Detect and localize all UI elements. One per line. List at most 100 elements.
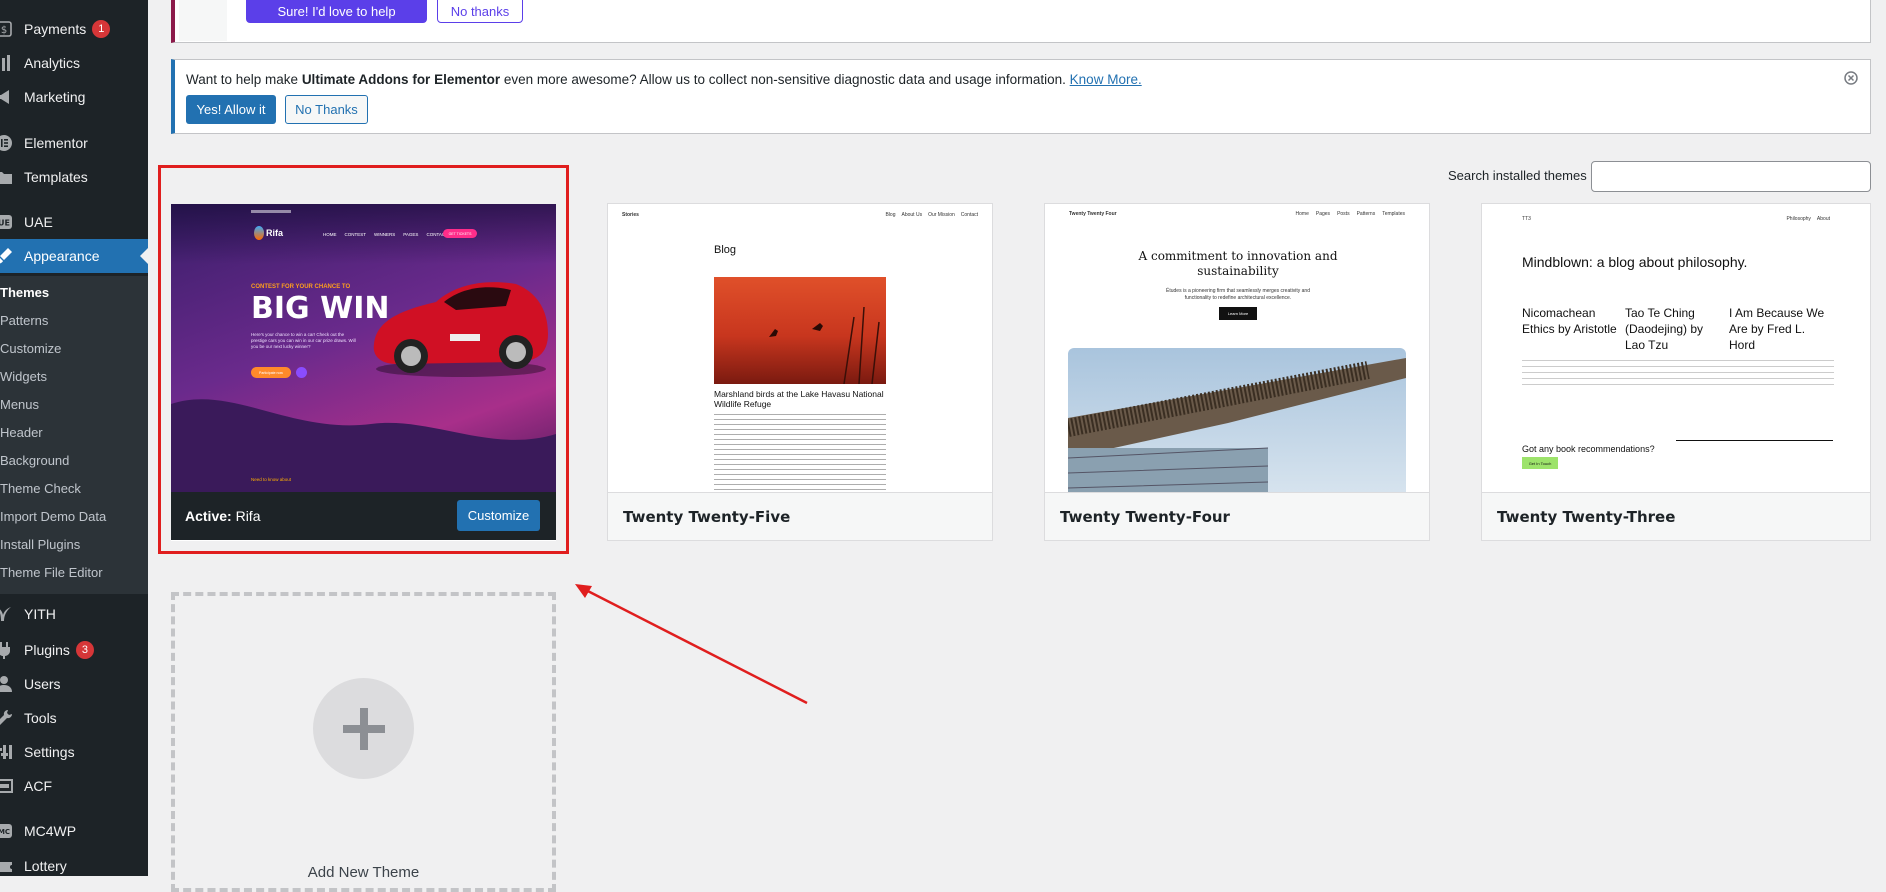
t23-heading: Mindblown: a blog about philosophy.: [1522, 254, 1748, 270]
add-new-theme-label: Add New Theme: [307, 864, 420, 881]
nav-item: Patterns: [1356, 211, 1376, 217]
menu-mc4wp[interactable]: MC MC4WP: [0, 814, 148, 848]
menu-yith[interactable]: YITH: [0, 597, 148, 631]
megaphone-icon: [0, 87, 14, 107]
t23-post-1: Nicomachean Ethics by Aristotle: [1522, 306, 1617, 336]
submenu-customize[interactable]: Customize: [0, 335, 61, 363]
t24-learn-more: Learn More: [1219, 307, 1257, 320]
menu-acf[interactable]: ACF: [0, 769, 148, 803]
submenu-theme-file-editor[interactable]: Theme File Editor: [0, 559, 103, 587]
nav-item: Pages: [1315, 211, 1331, 217]
submenu-install-plugins[interactable]: Install Plugins: [0, 531, 80, 559]
acf-icon: [0, 776, 14, 796]
nav-item: Contact: [960, 212, 978, 218]
nav-item: About Us: [901, 212, 923, 218]
theme-name: Twenty Twenty-Three: [1482, 492, 1870, 540]
menu-lottery[interactable]: Lottery: [0, 849, 148, 883]
submenu-widgets[interactable]: Widgets: [0, 363, 47, 391]
nav-item: About: [1816, 216, 1830, 222]
add-new-theme-card[interactable]: Add New Theme: [171, 592, 556, 892]
menu-appearance[interactable]: Appearance: [0, 239, 148, 273]
count-badge: 3: [75, 641, 94, 659]
nav-item: Blog: [885, 212, 896, 218]
t24-heading: A commitment to innovation and sustainab…: [1138, 249, 1338, 278]
theme-name: Twenty Twenty-Four: [1045, 492, 1429, 540]
notice-text: Want to help make: [186, 72, 302, 87]
theme-screenshot-t24: Twenty Twenty Four Home Pages Posts Patt…: [1045, 204, 1429, 492]
accept-help-button[interactable]: Sure! I'd love to help: [246, 0, 427, 23]
nav-item: Philosophy: [1786, 216, 1811, 222]
yith-icon: [0, 604, 14, 624]
theme-card-twenty-twenty-four[interactable]: Twenty Twenty Four Home Pages Posts Patt…: [1044, 203, 1430, 541]
dismiss-icon[interactable]: [1844, 71, 1858, 85]
wrench-icon: [0, 708, 14, 728]
theme-card-twenty-twenty-five[interactable]: Stories Blog About Us Our Mission Contac…: [607, 203, 993, 541]
t23-get-in-touch: Get In Touch: [1522, 457, 1558, 469]
t25-heading: Blog: [714, 244, 737, 256]
bar-chart-icon: [0, 53, 14, 73]
theme-screenshot-t23: TT3 Philosophy About Mindblown: a blog a…: [1482, 204, 1870, 492]
submenu-import-demo-data[interactable]: Import Demo Data: [0, 503, 106, 531]
paintbrush-icon: [0, 246, 14, 266]
menu-tools[interactable]: Tools: [0, 701, 148, 735]
submenu-menus[interactable]: Menus: [0, 391, 39, 419]
submenu-header[interactable]: Header: [0, 419, 43, 447]
menu-label: Settings: [24, 744, 75, 760]
menu-uae[interactable]: UE UAE: [0, 205, 148, 239]
menu-payments[interactable]: $ Payments 1: [0, 12, 148, 46]
uae-icon: UE: [0, 212, 14, 232]
notice-text: even more awesome? Allow us to collect n…: [500, 72, 1070, 87]
submenu-background[interactable]: Background: [0, 447, 69, 475]
t23-post-excerpts: [1522, 360, 1834, 388]
menu-label: UAE: [24, 214, 53, 230]
search-themes-input[interactable]: [1591, 161, 1871, 192]
menu-label: Marketing: [24, 89, 86, 105]
settings-icon: [0, 742, 14, 762]
menu-settings[interactable]: Settings: [0, 735, 148, 769]
know-more-link[interactable]: Know More.: [1070, 72, 1142, 87]
t24-nav: Home Pages Posts Patterns Templates: [1296, 211, 1405, 217]
menu-label: ACF: [24, 778, 52, 794]
nav-item: Templates: [1382, 211, 1405, 217]
menu-label: Payments: [24, 21, 87, 37]
svg-text:MC: MC: [0, 828, 10, 836]
count-badge: 1: [92, 20, 111, 38]
menu-marketing[interactable]: Marketing: [0, 80, 148, 114]
menu-label: Tools: [24, 710, 57, 726]
submenu-patterns[interactable]: Patterns: [0, 307, 48, 335]
svg-text:$: $: [1, 25, 7, 36]
nav-item: Home: [1295, 211, 1309, 217]
theme-screenshot-t25: Stories Blog About Us Our Mission Contac…: [608, 204, 992, 492]
submenu-themes[interactable]: Themes: [0, 279, 49, 307]
menu-label: Plugins: [24, 642, 70, 658]
t24-architecture-image: [1068, 348, 1406, 492]
menu-label: Elementor: [24, 135, 88, 151]
t24-site-title: Twenty Twenty Four: [1069, 211, 1117, 217]
mc4wp-icon: MC: [0, 821, 14, 841]
allow-tracking-button[interactable]: Yes! Allow it: [186, 95, 276, 124]
t25-nav: Blog About Us Our Mission Contact: [885, 212, 978, 218]
nav-item: Posts: [1337, 211, 1350, 217]
submenu-theme-check[interactable]: Theme Check: [0, 475, 81, 503]
dollar-icon: $: [0, 19, 14, 39]
menu-analytics[interactable]: Analytics: [0, 46, 148, 80]
notice-message: Want to help make Ultimate Addons for El…: [186, 72, 1142, 87]
decline-help-button[interactable]: No thanks: [437, 0, 523, 23]
highlight-box: [158, 165, 569, 554]
t25-site-title: Stories: [622, 212, 639, 218]
feedback-notice: Sure! I'd love to help No thanks: [171, 0, 1871, 43]
menu-label: Analytics: [24, 55, 81, 71]
menu-templates[interactable]: Templates: [0, 160, 148, 194]
menu-label: Templates: [24, 169, 88, 185]
plus-icon: [313, 678, 414, 779]
users-icon: [0, 674, 14, 694]
theme-card-twenty-twenty-three[interactable]: TT3 Philosophy About Mindblown: a blog a…: [1481, 203, 1871, 541]
menu-users[interactable]: Users: [0, 667, 148, 701]
t23-divider: [1676, 440, 1833, 441]
menu-elementor[interactable]: Elementor: [0, 126, 148, 160]
menu-plugins[interactable]: Plugins 3: [0, 633, 148, 667]
lottery-icon: [0, 856, 14, 876]
deny-tracking-button[interactable]: No Thanks: [285, 95, 368, 124]
appearance-submenu: Themes Patterns Customize Widgets Menus …: [0, 276, 148, 594]
notice-plugin-name: Ultimate Addons for Elementor: [301, 72, 501, 87]
